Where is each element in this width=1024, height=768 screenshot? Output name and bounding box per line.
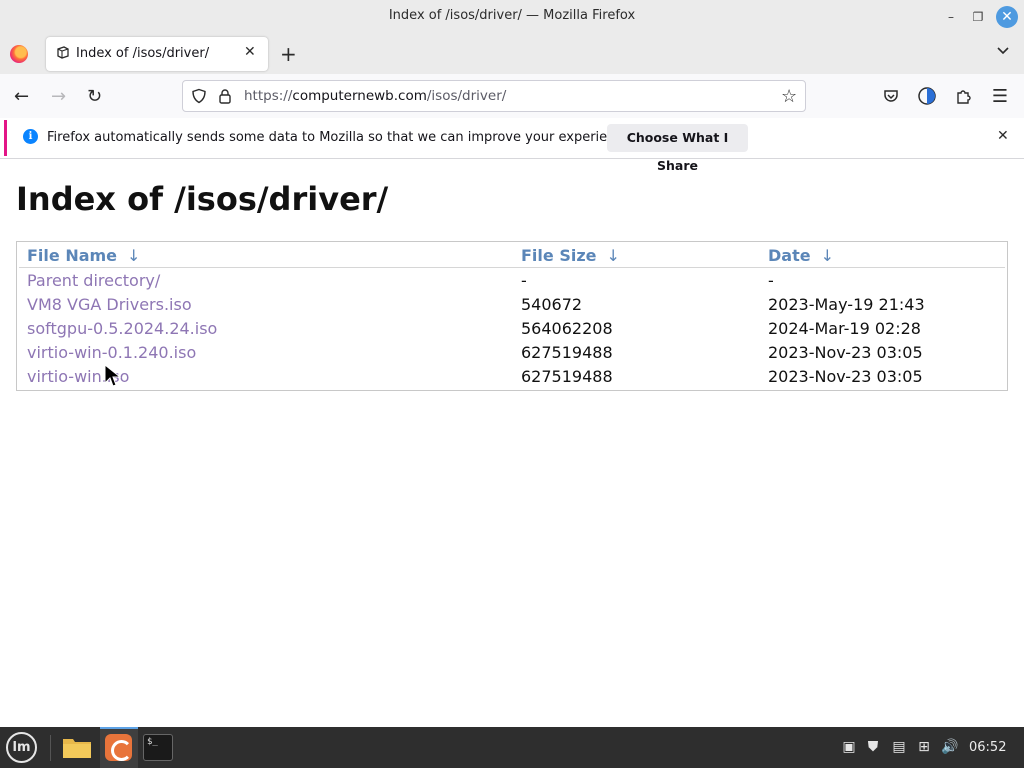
info-icon: i: [23, 129, 38, 144]
firefox-icon: [105, 734, 132, 761]
file-link[interactable]: virtio-win-0.1.240.iso: [27, 343, 196, 362]
column-header-file-size[interactable]: File Size ↓: [521, 246, 620, 265]
choose-what-i-share-button[interactable]: Choose What I Share: [607, 124, 748, 173]
extensions-puzzle-icon[interactable]: [954, 86, 974, 106]
taskbar-firefox-button[interactable]: [100, 727, 138, 768]
back-button[interactable]: ←: [14, 86, 29, 107]
sort-arrow-icon: ↓: [127, 246, 141, 265]
chevron-down-icon: [997, 47, 1009, 55]
file-size: 627519488: [521, 343, 613, 362]
directory-favicon-icon: [57, 46, 69, 59]
divider: [50, 735, 51, 761]
tab-strip: Index of /isos/driver/ ✕ +: [0, 33, 1024, 74]
file-date: 2023-Nov-23 03:05: [768, 367, 923, 386]
file-size: 627519488: [521, 367, 613, 386]
mint-menu-button[interactable]: lm: [6, 732, 37, 763]
pocket-icon[interactable]: [881, 86, 901, 106]
new-tab-button[interactable]: +: [280, 42, 297, 66]
lock-icon[interactable]: [217, 88, 233, 104]
table-row: Parent directory/ - -: [17, 269, 1007, 293]
url-text[interactable]: https://computernewb.com/isos/driver/: [244, 88, 506, 104]
sort-arrow-icon: ↓: [606, 246, 620, 265]
account-icon[interactable]: [917, 86, 937, 106]
table-row: virtio-win-0.1.240.iso 627519488 2023-No…: [17, 341, 1007, 365]
file-date: 2024-Mar-19 02:28: [768, 319, 921, 338]
file-link[interactable]: VM8 VGA Drivers.iso: [27, 295, 192, 314]
mouse-cursor-icon: [104, 364, 122, 387]
header-divider: [19, 267, 1005, 268]
file-size: 540672: [521, 295, 583, 314]
terminal-icon[interactable]: $_: [143, 734, 173, 761]
clipboard-icon[interactable]: ▣: [840, 739, 858, 757]
notification-message: Firefox automatically sends some data to…: [47, 130, 635, 145]
table-row: virtio-win.iso 627519488 2023-Nov-23 03:…: [17, 365, 1007, 389]
volume-icon[interactable]: 🔊: [941, 739, 959, 757]
file-date: 2023-Nov-23 03:05: [768, 343, 923, 362]
network-icon[interactable]: ⊞: [915, 739, 933, 757]
minimize-button[interactable]: –: [940, 6, 962, 28]
tracking-protection-shield-icon[interactable]: [191, 88, 207, 104]
taskbar: lm $_ ▣ ⛊ ▤ ⊞ 🔊 06:52: [0, 727, 1024, 768]
data-reporting-notification: i Firefox automatically sends some data …: [4, 120, 1020, 173]
close-tab-icon[interactable]: ✕: [244, 44, 256, 60]
column-header-file-name[interactable]: File Name ↓: [27, 246, 140, 265]
url-bar[interactable]: https://computernewb.com/isos/driver/ ☆: [182, 80, 806, 112]
sort-arrow-icon: ↓: [820, 246, 834, 265]
tab-label: Index of /isos/driver/: [76, 46, 210, 61]
file-date: -: [768, 271, 774, 290]
clock[interactable]: 06:52: [969, 740, 1006, 755]
table-row: VM8 VGA Drivers.iso 540672 2023-May-19 2…: [17, 293, 1007, 317]
file-date: 2023-May-19 21:43: [768, 295, 925, 314]
reload-button[interactable]: ↻: [87, 86, 102, 107]
window-title: Index of /isos/driver/ — Mozilla Firefox: [388, 8, 636, 23]
navigation-toolbar: ← → ↻ https://computernewb.com/isos/driv…: [0, 74, 1024, 118]
firefox-view-icon[interactable]: [10, 45, 28, 63]
maximize-button[interactable]: ❐: [967, 6, 989, 28]
hamburger-menu-icon[interactable]: ☰: [990, 86, 1010, 107]
column-header-date[interactable]: Date ↓: [768, 246, 834, 265]
list-all-tabs-button[interactable]: [996, 45, 1010, 59]
file-listing-table: File Name ↓ File Size ↓ Date ↓ Parent direc…: [16, 241, 1008, 391]
window-titlebar: Index of /isos/driver/ — Mozilla Firefox…: [0, 0, 1024, 33]
tab-index-of-isos-driver[interactable]: Index of /isos/driver/ ✕: [46, 37, 268, 71]
shield-icon[interactable]: ⛊: [864, 739, 882, 757]
file-link[interactable]: Parent directory/: [27, 271, 160, 290]
divider: [0, 158, 1024, 159]
file-manager-folder-icon[interactable]: [62, 735, 92, 759]
file-size: -: [521, 271, 527, 290]
bookmark-star-icon[interactable]: ☆: [781, 86, 797, 107]
file-size: 564062208: [521, 319, 613, 338]
close-notification-icon[interactable]: ✕: [997, 128, 1009, 144]
page-title: Index of /isos/driver/: [16, 180, 389, 218]
update-manager-icon[interactable]: ▤: [890, 739, 908, 757]
file-link[interactable]: softgpu-0.5.2024.24.iso: [27, 319, 217, 338]
forward-button[interactable]: →: [51, 86, 66, 107]
close-window-button[interactable]: ✕: [996, 6, 1018, 28]
table-row: softgpu-0.5.2024.24.iso 564062208 2024-M…: [17, 317, 1007, 341]
